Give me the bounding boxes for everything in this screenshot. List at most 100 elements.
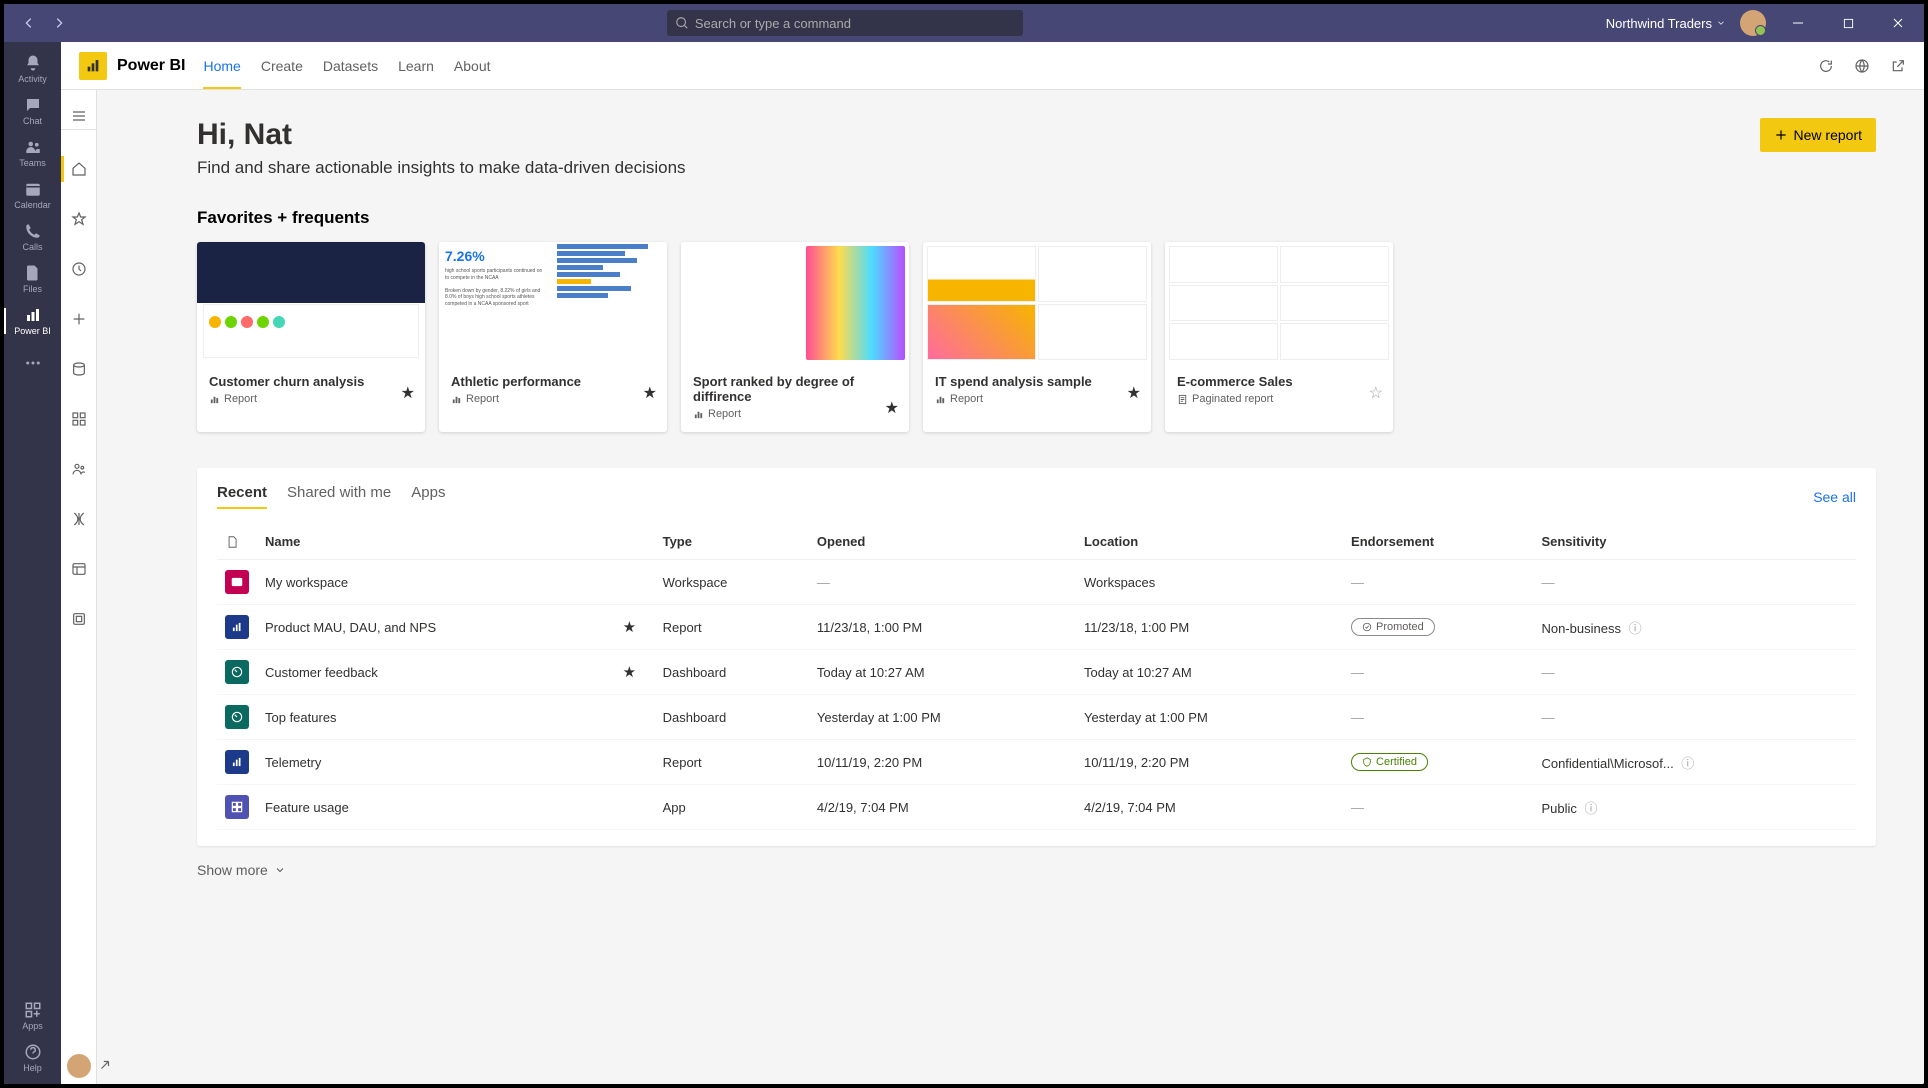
favorites-cards: Customer churn analysis Report ★ 7.26%hi… xyxy=(197,242,1876,432)
rail-calls[interactable]: Calls xyxy=(4,216,61,258)
nav-favorites-icon[interactable] xyxy=(61,204,97,234)
table-row[interactable]: Feature usageApp4/2/19, 7:04 PM4/2/19, 7… xyxy=(217,785,1856,830)
table-row[interactable]: Product MAU, DAU, and NPS★Report11/23/18… xyxy=(217,605,1856,650)
paginated-icon xyxy=(1177,394,1188,405)
star-icon[interactable]: ★ xyxy=(885,398,899,418)
table-row[interactable]: My workspaceWorkspace—Workspaces—— xyxy=(217,560,1856,605)
plus-icon xyxy=(1774,128,1788,142)
chevron-down-icon xyxy=(274,864,286,876)
rail-chat[interactable]: Chat xyxy=(4,90,61,132)
nav-shared-icon[interactable] xyxy=(61,454,97,484)
popout-icon[interactable] xyxy=(1890,58,1906,74)
pbi-brand: Power BI xyxy=(117,57,185,75)
table-row[interactable]: TelemetryReport10/11/19, 2:20 PM10/11/19… xyxy=(217,740,1856,785)
pbi-tab-home[interactable]: Home xyxy=(203,44,240,88)
nav-myworkspace-icon[interactable] xyxy=(61,604,97,634)
rail-activity[interactable]: Activity xyxy=(4,48,61,90)
pbi-header: Power BI Home Create Datasets Learn Abou… xyxy=(61,42,1924,90)
card-it-spend[interactable]: IT spend analysis sample Report ★ xyxy=(923,242,1151,432)
nav-apps-icon[interactable] xyxy=(61,404,97,434)
info-icon[interactable]: ⓘ xyxy=(1681,756,1694,771)
pbi-logo-icon xyxy=(79,52,107,80)
user-avatar[interactable] xyxy=(1740,10,1766,36)
item-name: My workspace xyxy=(257,560,615,605)
close-button[interactable] xyxy=(1880,4,1916,42)
globe-icon[interactable] xyxy=(1854,58,1870,74)
nav-datasets-icon[interactable] xyxy=(61,354,97,384)
info-icon[interactable]: ⓘ xyxy=(1629,621,1642,636)
rail-teams[interactable]: Teams xyxy=(4,132,61,174)
search-placeholder: Search or type a command xyxy=(695,16,851,31)
search-icon xyxy=(675,16,689,30)
rail-help[interactable]: Help xyxy=(4,1042,61,1084)
card-customer-churn[interactable]: Customer churn analysis Report ★ xyxy=(197,242,425,432)
pbi-left-nav xyxy=(61,90,97,1084)
star-icon[interactable]: ☆ xyxy=(1369,383,1383,403)
recent-table: Name Type Opened Location Endorsement Se… xyxy=(217,524,1856,830)
report-icon xyxy=(935,394,946,405)
minimize-button[interactable] xyxy=(1780,4,1816,42)
see-all-link[interactable]: See all xyxy=(1813,489,1856,505)
nav-recent-icon[interactable] xyxy=(61,254,97,284)
item-name: Customer feedback xyxy=(257,650,615,695)
teams-rail: Activity Chat Teams Calendar Calls Files… xyxy=(4,42,61,1084)
recent-section: Recent Shared with me Apps See all Name … xyxy=(197,468,1876,846)
rail-more[interactable] xyxy=(4,342,61,384)
rail-calendar[interactable]: Calendar xyxy=(4,174,61,216)
pbi-tab-learn[interactable]: Learn xyxy=(398,44,434,88)
star-icon[interactable]: ★ xyxy=(401,383,415,403)
teams-titlebar: Search or type a command Northwind Trade… xyxy=(4,4,1924,42)
card-thumb xyxy=(681,242,909,364)
nav-create-icon[interactable] xyxy=(61,304,97,334)
card-thumb xyxy=(197,242,425,364)
org-picker[interactable]: Northwind Traders xyxy=(1606,16,1726,31)
chevron-down-icon xyxy=(1716,18,1726,28)
nav-learn-icon[interactable] xyxy=(61,504,97,534)
star-icon[interactable]: ★ xyxy=(623,664,636,681)
pbi-tab-datasets[interactable]: Datasets xyxy=(323,44,378,88)
star-icon[interactable]: ★ xyxy=(623,619,636,636)
command-search[interactable]: Search or type a command xyxy=(667,10,1023,36)
maximize-button[interactable] xyxy=(1830,4,1866,42)
recent-tab-shared[interactable]: Shared with me xyxy=(287,484,391,509)
item-type-icon xyxy=(225,615,249,639)
card-sport-ranked[interactable]: Sport ranked by degree of diffirence Rep… xyxy=(681,242,909,432)
nav-user-avatar[interactable] xyxy=(67,1054,91,1078)
page-subtitle: Find and share actionable insights to ma… xyxy=(197,158,686,178)
promoted-badge: Promoted xyxy=(1351,618,1435,636)
hamburger-icon[interactable] xyxy=(61,102,97,130)
expand-nav-icon[interactable] xyxy=(98,1058,112,1072)
item-type-icon xyxy=(225,705,249,729)
pbi-tab-about[interactable]: About xyxy=(454,44,491,88)
pbi-tab-create[interactable]: Create xyxy=(261,44,303,88)
report-icon xyxy=(693,409,704,420)
page-title: Hi, Nat xyxy=(197,118,686,152)
info-icon[interactable]: ⓘ xyxy=(1584,801,1597,816)
rail-powerbi[interactable]: Power BI xyxy=(4,300,61,342)
report-icon xyxy=(451,394,462,405)
back-icon[interactable] xyxy=(22,16,36,30)
card-thumb: 7.26%high school sports participants con… xyxy=(439,242,667,364)
recent-tab-recent[interactable]: Recent xyxy=(217,484,267,509)
nav-workspaces-icon[interactable] xyxy=(61,554,97,584)
show-more-button[interactable]: Show more xyxy=(197,862,1876,878)
card-ecommerce[interactable]: E-commerce Sales Paginated report ☆ xyxy=(1165,242,1393,432)
item-name: Feature usage xyxy=(257,785,615,830)
item-type-icon xyxy=(225,795,249,819)
table-row[interactable]: Top featuresDashboardYesterday at 1:00 P… xyxy=(217,695,1856,740)
nav-home-icon[interactable] xyxy=(61,154,97,184)
rail-apps[interactable]: Apps xyxy=(4,1000,61,1042)
rail-files[interactable]: Files xyxy=(4,258,61,300)
recent-tab-apps[interactable]: Apps xyxy=(411,484,445,509)
card-athletic[interactable]: 7.26%high school sports participants con… xyxy=(439,242,667,432)
main-content: Hi, Nat Find and share actionable insigh… xyxy=(97,90,1924,1084)
star-icon[interactable]: ★ xyxy=(1127,383,1141,403)
star-icon[interactable]: ★ xyxy=(643,383,657,403)
certified-badge: Certified xyxy=(1351,753,1428,771)
table-row[interactable]: Customer feedback★DashboardToday at 10:2… xyxy=(217,650,1856,695)
new-report-button[interactable]: New report xyxy=(1760,118,1876,152)
refresh-icon[interactable] xyxy=(1818,58,1834,74)
forward-icon[interactable] xyxy=(52,16,66,30)
item-name: Telemetry xyxy=(257,740,615,785)
card-thumb xyxy=(923,242,1151,364)
